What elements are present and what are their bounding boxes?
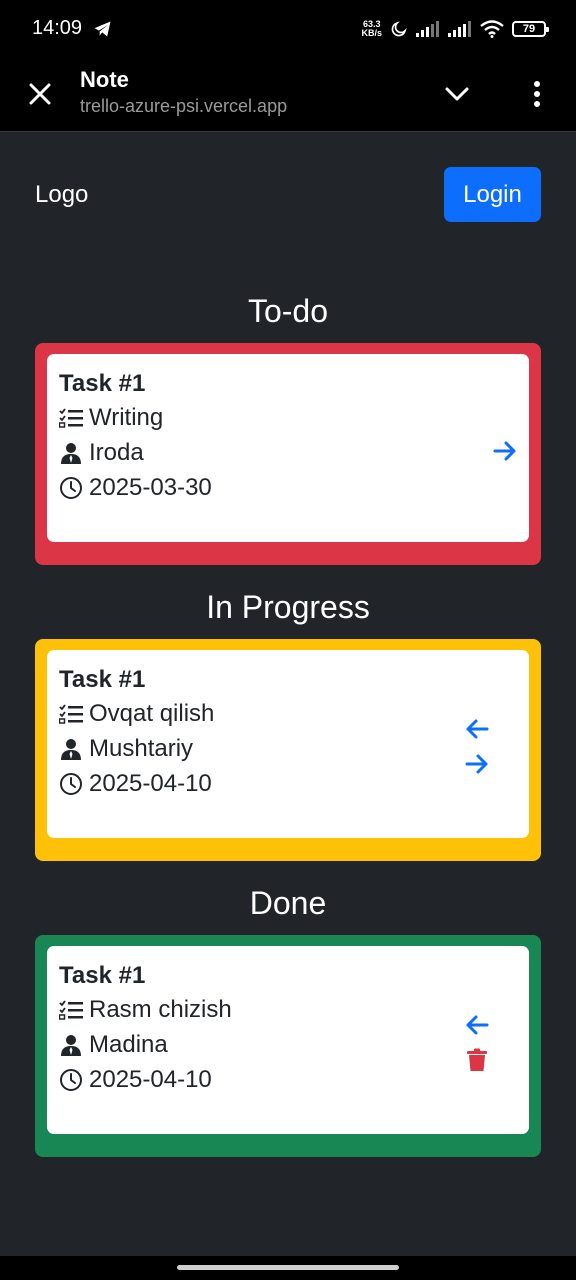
card-task: Ovqat qilish <box>89 700 215 727</box>
card-title: Task #1 <box>59 962 146 989</box>
clock-icon <box>60 773 82 795</box>
card-task: Writing <box>89 404 164 431</box>
battery-level: 79 <box>522 23 536 35</box>
arrow-left-icon <box>466 719 489 739</box>
list-check-icon <box>59 408 83 428</box>
column-in-progress: Task #1 Ovqat qilish Mushtariy 2025-04-1… <box>35 639 541 861</box>
logo: Logo <box>35 181 89 208</box>
move-right-button[interactable] <box>490 436 520 466</box>
column-todo: Task #1 Writing Iroda 2025-03-30 <box>35 343 541 565</box>
move-right-button[interactable] <box>462 749 492 779</box>
app-url: trello-azure-psi.vercel.app <box>80 96 288 116</box>
arrow-right-icon <box>465 754 488 774</box>
login-button[interactable]: Login <box>444 167 541 222</box>
app-title: Note <box>80 67 129 92</box>
home-indicator[interactable] <box>177 1265 399 1270</box>
arrow-right-icon <box>493 441 516 461</box>
clock-icon <box>60 1069 82 1091</box>
card-title: Task #1 <box>59 370 146 397</box>
status-icons: 63.3 KB/s 79 <box>361 16 549 42</box>
move-left-button[interactable] <box>462 714 492 744</box>
column-done: Task #1 Rasm chizish Madina 2025-04-10 <box>35 935 541 1157</box>
arrow-left-icon <box>466 1015 489 1035</box>
card-task: Rasm chizish <box>89 996 232 1023</box>
card-date: 2025-03-30 <box>89 474 212 501</box>
delete-button[interactable] <box>462 1045 492 1075</box>
signal-icon-2 <box>448 21 471 37</box>
app-bar: Note trello-azure-psi.vercel.app <box>0 58 576 132</box>
card-user: Madina <box>89 1031 168 1058</box>
card-date: 2025-04-10 <box>89 1066 212 1093</box>
network-speed: 63.3 KB/s <box>361 19 382 38</box>
trash-icon <box>467 1048 487 1071</box>
card-user: Iroda <box>89 439 144 466</box>
card-title: Task #1 <box>59 666 146 693</box>
close-icon[interactable] <box>26 80 54 108</box>
move-left-button[interactable] <box>462 1010 492 1040</box>
user-icon <box>61 443 81 464</box>
clock-icon <box>60 477 82 499</box>
user-icon <box>61 739 81 760</box>
chevron-down-icon[interactable] <box>443 80 471 108</box>
task-card: Task #1 Ovqat qilish Mushtariy 2025-04-1… <box>47 650 529 838</box>
signal-icon <box>416 21 439 37</box>
list-check-icon <box>59 704 83 724</box>
status-bar: 14:09 63.3 KB/s 79 <box>0 0 576 58</box>
more-options-icon[interactable] <box>523 78 551 110</box>
list-check-icon <box>59 1000 83 1020</box>
navbar: Logo Login <box>0 132 576 252</box>
user-icon <box>61 1035 81 1056</box>
status-time: 14:09 <box>32 17 83 39</box>
card-user: Mushtariy <box>89 735 194 762</box>
column-title-in-progress: In Progress <box>206 589 370 625</box>
task-card: Task #1 Rasm chizish Madina 2025-04-10 <box>47 946 529 1134</box>
column-title-done: Done <box>249 885 327 921</box>
task-card: Task #1 Writing Iroda 2025-03-30 <box>47 354 529 542</box>
card-date: 2025-04-10 <box>89 770 212 797</box>
moon-icon <box>391 21 407 37</box>
telegram-icon <box>94 21 111 37</box>
wifi-icon <box>480 20 504 38</box>
column-title-todo: To-do <box>247 293 329 329</box>
battery-icon: 79 <box>512 21 549 37</box>
